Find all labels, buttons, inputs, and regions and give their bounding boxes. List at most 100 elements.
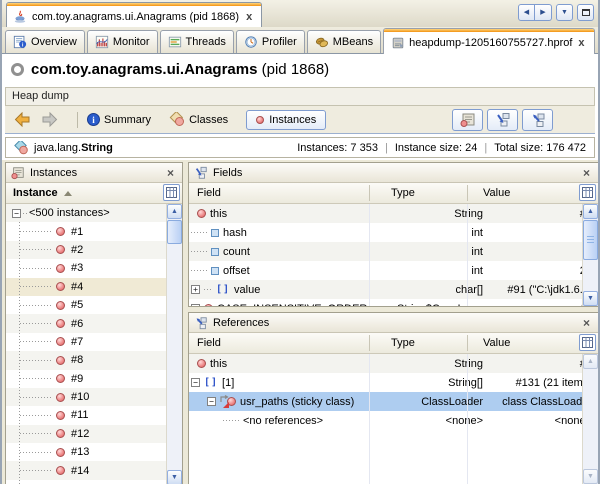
list-item[interactable]: #14: [6, 461, 182, 479]
scrollbar-thumb[interactable]: [583, 220, 598, 260]
info-icon: i: [87, 113, 100, 126]
close-icon[interactable]: ×: [164, 168, 177, 178]
instances-label: Instances: [269, 114, 316, 126]
tab-profiler[interactable]: Profiler: [236, 30, 305, 53]
array-icon: []: [204, 377, 218, 388]
field-label: usr_paths (sticky class): [240, 396, 354, 408]
tree-connector: [204, 289, 212, 290]
instance-icon: [56, 356, 65, 365]
instances-toggle-button[interactable]: Instances: [246, 110, 326, 130]
column-type[interactable]: Type: [391, 187, 483, 199]
collapse-icon[interactable]: −: [191, 378, 200, 387]
tab-threads[interactable]: Threads: [160, 30, 234, 53]
list-item[interactable]: #15: [6, 480, 182, 484]
scroll-down-button[interactable]: ▼: [583, 469, 598, 484]
instances-list-icon: [460, 112, 476, 128]
table-row[interactable]: offsetint20: [189, 261, 598, 280]
scroll-up-button[interactable]: ▲: [583, 204, 598, 219]
panel-title: References: [213, 317, 269, 329]
table-row[interactable]: thisString#4: [189, 204, 598, 223]
close-icon[interactable]: ×: [580, 168, 593, 178]
instance-label: #5: [71, 299, 83, 311]
tab-heapdump[interactable]: heapdump-1205160755727.hprof x: [383, 28, 594, 54]
mbeans-icon: [315, 35, 329, 49]
close-icon[interactable]: x: [576, 38, 586, 48]
scroll-tabs-right-button[interactable]: ▶: [535, 4, 552, 21]
tab-label: MBeans: [333, 36, 373, 48]
scrollbar-thumb[interactable]: [167, 220, 182, 244]
column-field[interactable]: Field: [189, 337, 391, 349]
list-item[interactable]: #10: [6, 388, 182, 406]
tree-root-row[interactable]: −<500 instances>: [6, 204, 182, 222]
tree-connector: [20, 360, 52, 361]
list-item[interactable]: #8: [6, 351, 182, 369]
column-options-button[interactable]: [163, 184, 180, 201]
table-row[interactable]: −[][1]String[]#131 (21 items): [189, 373, 598, 392]
list-item[interactable]: #2: [6, 241, 182, 259]
list-item[interactable]: #5: [6, 296, 182, 314]
references-view-button[interactable]: [522, 109, 553, 131]
collapse-icon[interactable]: −: [12, 209, 21, 218]
table-row[interactable]: thisString#4: [189, 354, 598, 373]
column-instance[interactable]: Instance: [6, 187, 58, 199]
scroll-down-button[interactable]: ▼: [583, 291, 598, 306]
instance-icon: [56, 374, 65, 383]
tree-connector: [20, 341, 52, 342]
instance-icon: [56, 429, 65, 438]
fields-column-header[interactable]: Field Type Value: [189, 183, 598, 204]
close-icon[interactable]: ×: [580, 318, 593, 328]
tab-anagrams-process[interactable]: com.toy.anagrams.ui.Anagrams (pid 1868) …: [6, 2, 262, 27]
tab-mbeans[interactable]: MBeans: [307, 30, 381, 53]
instances-panel-icon: [11, 166, 25, 180]
expand-icon[interactable]: +: [191, 285, 200, 294]
list-item[interactable]: #6: [6, 314, 182, 332]
summary-button[interactable]: i Summary: [87, 113, 151, 126]
column-field[interactable]: Field: [189, 187, 391, 199]
class-name: java.lang.String: [34, 142, 113, 154]
maximize-button[interactable]: [577, 4, 594, 21]
scroll-tabs-left-button[interactable]: ◀: [518, 4, 535, 21]
tab-list-dropdown-button[interactable]: ▼: [556, 4, 573, 21]
vertical-scrollbar[interactable]: ▲▼: [582, 354, 598, 484]
list-item[interactable]: #13: [6, 443, 182, 461]
list-item[interactable]: #1: [6, 222, 182, 240]
scroll-up-button[interactable]: ▲: [167, 204, 182, 219]
forward-button[interactable]: [41, 112, 58, 127]
tab-monitor[interactable]: Monitor: [87, 30, 158, 53]
column-type[interactable]: Type: [391, 337, 483, 349]
list-item[interactable]: #3: [6, 259, 182, 277]
close-icon[interactable]: x: [244, 12, 254, 22]
list-item[interactable]: #9: [6, 370, 182, 388]
column-divider: [369, 204, 370, 306]
instances-view-button[interactable]: [452, 109, 483, 131]
table-row[interactable]: hashint0: [189, 223, 598, 242]
scroll-up-button[interactable]: ▲: [583, 354, 598, 369]
list-item[interactable]: #7: [6, 333, 182, 351]
instance-label: #2: [71, 244, 83, 256]
table-row[interactable]: countint1: [189, 242, 598, 261]
list-item[interactable]: #11: [6, 406, 182, 424]
fields-view-button[interactable]: [487, 109, 518, 131]
table-row[interactable]: +[]valuechar[]#91 ("C:\jdk1.6....: [189, 280, 598, 299]
scroll-down-button[interactable]: ▼: [167, 470, 182, 484]
tab-overview[interactable]: i Overview: [5, 30, 85, 53]
back-button[interactable]: [14, 112, 31, 127]
instances-column-header[interactable]: Instance: [6, 183, 182, 204]
table-row[interactable]: −usr_paths (sticky class)ClassLoaderclas…: [189, 392, 598, 411]
vertical-scrollbar[interactable]: ▲▼: [582, 204, 598, 306]
table-row[interactable]: <no references><none><none>: [189, 411, 598, 430]
column-options-button[interactable]: [579, 184, 596, 201]
expand-icon[interactable]: +: [191, 304, 200, 306]
classes-button[interactable]: Classes: [169, 112, 228, 127]
collapse-icon[interactable]: −: [207, 397, 216, 406]
list-item[interactable]: #4: [6, 278, 182, 296]
cell-field: −[][1]: [189, 377, 397, 389]
references-column-header[interactable]: Field Type Value: [189, 333, 598, 354]
vertical-scrollbar[interactable]: ▲▼: [166, 204, 182, 484]
column-options-button[interactable]: [579, 334, 596, 351]
tree-connector: [20, 397, 52, 398]
tree-connector: [20, 305, 52, 306]
list-item[interactable]: #12: [6, 425, 182, 443]
table-row[interactable]: +CASE_INSENSITIVE_ORDERString$CaseInse..…: [189, 299, 598, 306]
heapdump-view: com.toy.anagrams.ui.Anagrams (pid 1868) …: [2, 54, 598, 484]
